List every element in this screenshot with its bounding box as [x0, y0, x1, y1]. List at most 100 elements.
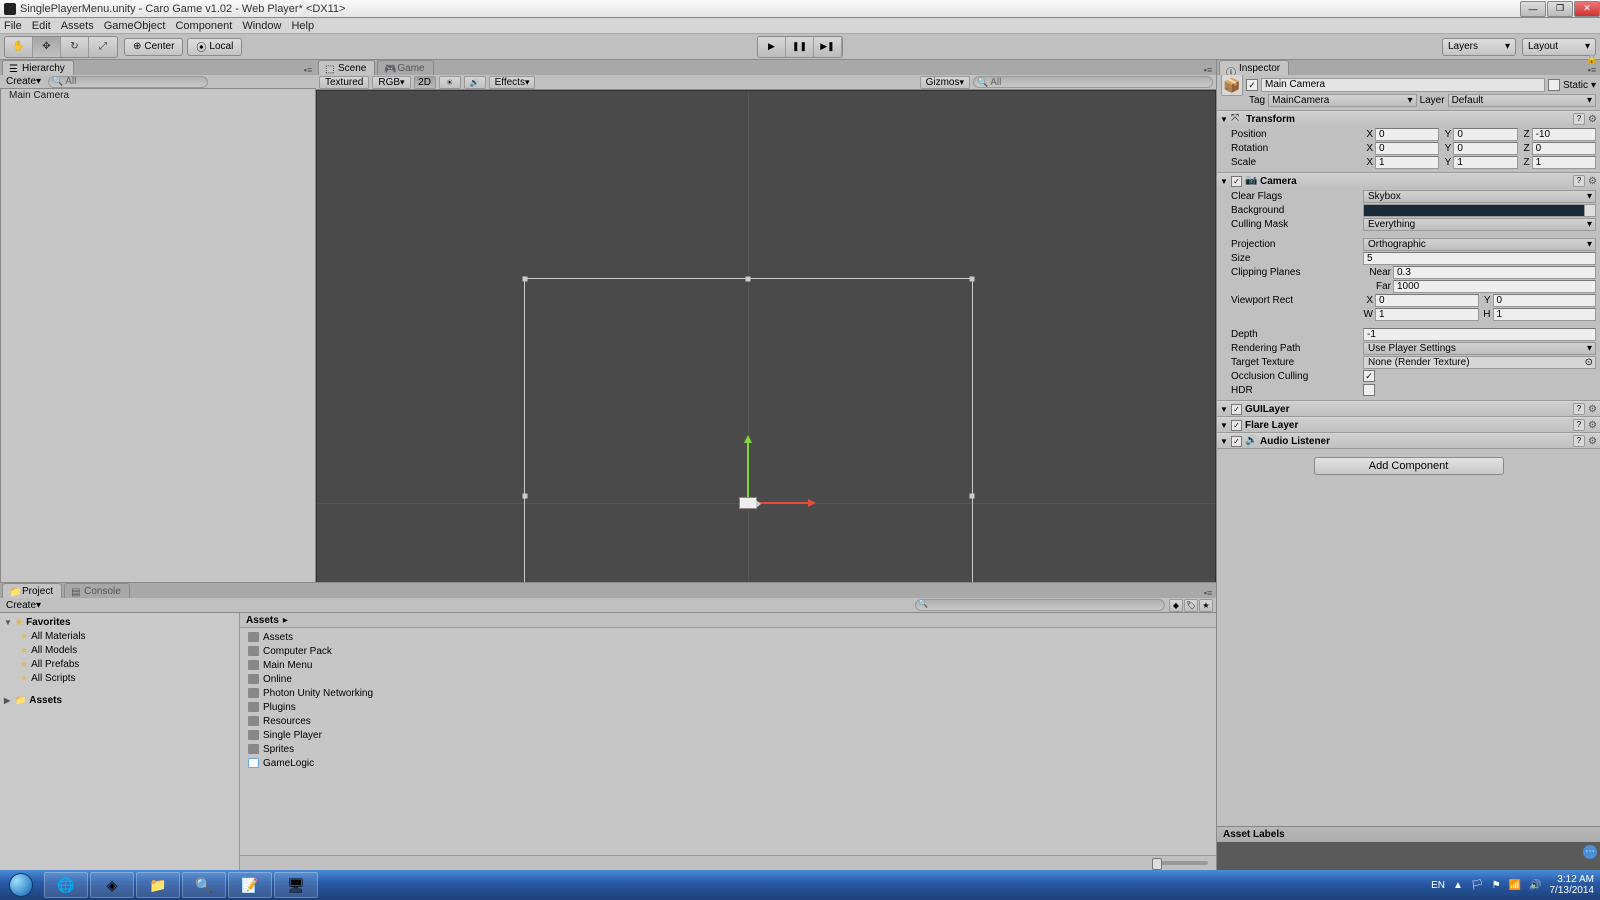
- flarelayer-enabled-checkbox[interactable]: [1231, 420, 1242, 431]
- tab-game[interactable]: 🎮Game: [377, 60, 433, 75]
- pivot-center-toggle[interactable]: ⊕Center: [124, 38, 183, 56]
- panel-menu-icon[interactable]: ▪≡: [1202, 65, 1214, 75]
- menu-help[interactable]: Help: [291, 20, 314, 32]
- taskbar-chrome[interactable]: 🌐: [44, 872, 88, 898]
- taskbar-app[interactable]: 🖥: [274, 872, 318, 898]
- asset-item[interactable]: Single Player: [244, 728, 1212, 742]
- taskbar-unity[interactable]: ◈: [90, 872, 134, 898]
- camera-icon[interactable]: [739, 497, 757, 509]
- search-by-label-button[interactable]: 🏷: [1184, 599, 1198, 612]
- help-icon[interactable]: ?: [1573, 435, 1585, 447]
- menu-gameobject[interactable]: GameObject: [104, 20, 166, 32]
- hand-tool[interactable]: ✋: [5, 37, 33, 57]
- hierarchy-item[interactable]: Main Camera: [1, 89, 315, 104]
- favorite-item[interactable]: ★All Models: [0, 643, 239, 657]
- minimize-button[interactable]: —: [1520, 1, 1546, 17]
- gear-icon[interactable]: ⚙: [1588, 420, 1597, 431]
- asset-item[interactable]: Online: [244, 672, 1212, 686]
- camera-enabled-checkbox[interactable]: [1231, 176, 1242, 187]
- effects-dropdown[interactable]: Effects ▾: [489, 76, 536, 89]
- static-checkbox[interactable]: [1548, 79, 1560, 91]
- tray-clock[interactable]: 3:12 AM7/13/2014: [1550, 874, 1595, 896]
- hierarchy-search[interactable]: 🔍All: [48, 76, 208, 88]
- asset-item[interactable]: Main Menu: [244, 658, 1212, 672]
- guilayer-enabled-checkbox[interactable]: [1231, 404, 1242, 415]
- maximize-button[interactable]: ❐: [1547, 1, 1573, 17]
- tray-wifi-icon[interactable]: 📶: [1509, 880, 1521, 891]
- position-y-field[interactable]: 0: [1453, 128, 1517, 141]
- chevron-down-icon[interactable]: ▾: [1591, 80, 1596, 91]
- scale-z-field[interactable]: 1: [1532, 156, 1596, 169]
- assets-root[interactable]: ▶📁Assets: [0, 693, 239, 707]
- asset-item[interactable]: GameLogic: [244, 756, 1212, 770]
- project-create-dropdown[interactable]: Create ▾: [3, 599, 44, 611]
- help-icon[interactable]: ?: [1573, 419, 1585, 431]
- near-field[interactable]: 0.3: [1393, 266, 1596, 279]
- panel-menu-icon[interactable]: ▪≡: [302, 65, 314, 75]
- fold-icon[interactable]: ▼: [1220, 177, 1228, 186]
- play-button[interactable]: ▶: [758, 37, 786, 57]
- add-component-button[interactable]: Add Component: [1314, 457, 1504, 475]
- start-button[interactable]: [0, 870, 42, 900]
- move-tool[interactable]: ✥: [33, 37, 61, 57]
- layers-dropdown[interactable]: Layers▾: [1442, 38, 1516, 56]
- gizmo-y-arrow[interactable]: [747, 441, 749, 503]
- scale-tool[interactable]: ⤢: [89, 37, 117, 57]
- tray-action-icon[interactable]: ⚑: [1492, 880, 1501, 891]
- tab-console[interactable]: ▤Console: [64, 583, 130, 598]
- save-search-button[interactable]: ★: [1199, 599, 1213, 612]
- clear-flags-dropdown[interactable]: Skybox▾: [1363, 190, 1596, 203]
- panel-menu-icon[interactable]: ▪≡: [1202, 588, 1214, 598]
- panel-menu-icon[interactable]: 🔒 ▪≡: [1586, 54, 1598, 75]
- thumbnail-size-slider[interactable]: [1152, 861, 1208, 865]
- culling-mask-dropdown[interactable]: Everything▾: [1363, 218, 1596, 231]
- position-z-field[interactable]: -10: [1532, 128, 1596, 141]
- position-x-field[interactable]: 0: [1375, 128, 1439, 141]
- favorite-item[interactable]: ★All Prefabs: [0, 657, 239, 671]
- camera-header[interactable]: ▼ 📷 Camera ? ⚙: [1217, 173, 1600, 188]
- tray-flag-icon[interactable]: ▲: [1453, 880, 1463, 891]
- viewport-x-field[interactable]: 0: [1375, 294, 1479, 307]
- pivot-local-toggle[interactable]: ⦿Local: [187, 38, 242, 56]
- search-by-type-button[interactable]: ◆: [1169, 599, 1183, 612]
- scene-search[interactable]: 🔍All: [973, 76, 1213, 88]
- asset-item[interactable]: Plugins: [244, 700, 1212, 714]
- taskbar-explorer[interactable]: 📁: [136, 872, 180, 898]
- project-breadcrumb[interactable]: Assets▸: [240, 613, 1216, 628]
- favorite-item[interactable]: ★All Scripts: [0, 671, 239, 685]
- close-button[interactable]: ✕: [1574, 1, 1600, 17]
- occlusion-checkbox[interactable]: [1363, 370, 1375, 382]
- gameobject-active-checkbox[interactable]: [1246, 79, 1258, 91]
- menu-assets[interactable]: Assets: [61, 20, 94, 32]
- layout-dropdown[interactable]: Layout▾: [1522, 38, 1596, 56]
- 2d-toggle[interactable]: 2D: [414, 76, 436, 89]
- transform-header[interactable]: ▼ ⤧ Transform ? ⚙: [1217, 111, 1600, 126]
- language-indicator[interactable]: EN: [1431, 880, 1445, 891]
- rotation-x-field[interactable]: 0: [1375, 142, 1439, 155]
- gear-icon[interactable]: ⚙: [1588, 436, 1597, 447]
- depth-field[interactable]: -1: [1363, 328, 1596, 341]
- rotation-z-field[interactable]: 0: [1532, 142, 1596, 155]
- tray-network-icon[interactable]: 🏳: [1471, 880, 1484, 891]
- project-tree[interactable]: ▼★Favorites ★All Materials ★All Models ★…: [0, 613, 240, 870]
- gear-icon[interactable]: ⚙: [1588, 176, 1597, 187]
- tab-scene[interactable]: ⬚Scene: [318, 60, 375, 75]
- tab-project[interactable]: 📁Project: [2, 583, 62, 598]
- help-icon[interactable]: ?: [1573, 113, 1585, 125]
- guilayer-header[interactable]: ▼GUILayer?⚙: [1217, 401, 1600, 416]
- rendering-path-dropdown[interactable]: Use Player Settings▾: [1363, 342, 1596, 355]
- asset-item[interactable]: Computer Pack: [244, 644, 1212, 658]
- size-field[interactable]: 5: [1363, 252, 1596, 265]
- menu-file[interactable]: File: [4, 20, 22, 32]
- hierarchy-create-dropdown[interactable]: Create ▾: [3, 76, 44, 88]
- scale-x-field[interactable]: 1: [1375, 156, 1439, 169]
- pause-button[interactable]: ❚❚: [786, 37, 814, 57]
- flarelayer-header[interactable]: ▼Flare Layer?⚙: [1217, 417, 1600, 432]
- system-tray[interactable]: EN ▲ 🏳 ⚑ 📶 🔊 3:12 AM7/13/2014: [1431, 874, 1600, 896]
- projection-dropdown[interactable]: Orthographic▾: [1363, 238, 1596, 251]
- add-label-button[interactable]: ⋯: [1583, 845, 1597, 859]
- asset-item[interactable]: Photon Unity Networking: [244, 686, 1212, 700]
- viewport-w-field[interactable]: 1: [1375, 308, 1479, 321]
- fold-icon[interactable]: ▼: [1220, 115, 1228, 124]
- gameobject-name-field[interactable]: Main Camera: [1261, 78, 1545, 92]
